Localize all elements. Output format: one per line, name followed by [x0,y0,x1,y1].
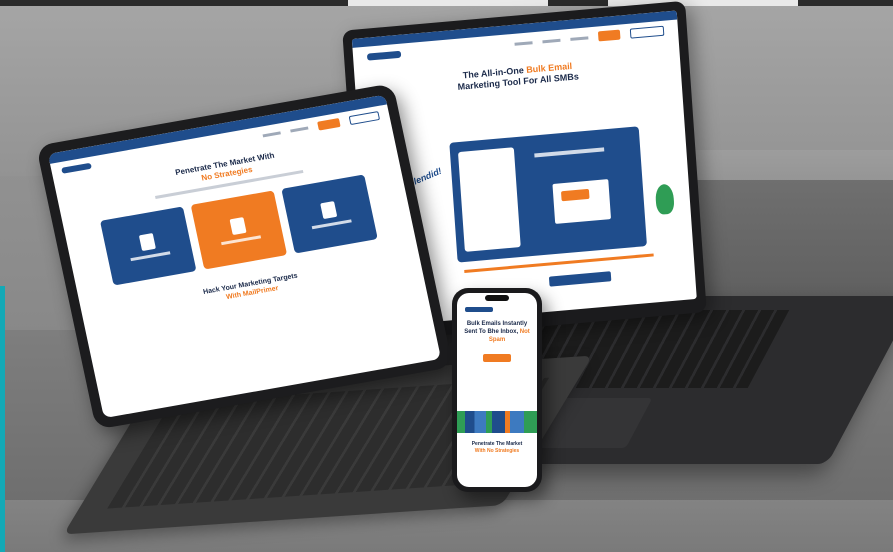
nav-orange-button [597,29,621,42]
hero-illustration [449,126,647,263]
tablet-display: Penetrate The Market With No Strategies [36,83,454,430]
phone-website-screen: Bulk Emails Instantly Sent To Bhe Inbox,… [457,293,537,487]
phone-section-title-accent: With No Strategies [474,448,520,454]
site-logo [465,307,493,312]
feature-card [99,206,197,286]
nav-link [542,38,561,43]
nav-orange-button [317,117,341,131]
phone-cta-button [483,354,511,362]
photo-scene: The All-in-One Bulk Email Marketing Tool… [0,0,893,552]
teal-accent-bar [0,286,5,552]
nav-outline-button [629,25,665,39]
feature-card-label [221,235,262,246]
email-card-mock [552,179,612,224]
nav-link [570,35,589,41]
hero-caption-line [534,147,605,158]
cloud-icon [320,201,338,220]
site-logo [61,162,92,174]
feature-card-label [130,251,171,262]
phone-headline: Bulk Emails Instantly Sent To Bhe Inbox,… [457,320,537,344]
feature-card [190,190,288,270]
nav-link [514,40,533,46]
tree-illustration [654,183,675,216]
feature-card-label [311,219,352,230]
phone-headline-text: Bulk Emails Instantly Sent To Bhe Inbox, [464,321,528,335]
phone-notch [485,295,509,301]
document-icon [138,233,156,252]
nav-outline-button [348,110,380,125]
feature-card [281,174,378,254]
nav-link [262,130,281,137]
hero-cta-button [548,271,612,287]
site-logo [366,50,402,61]
smartphone: Bulk Emails Instantly Sent To Bhe Inbox,… [452,288,542,492]
city-illustration [457,411,537,433]
gear-icon [229,217,247,236]
tablet-website-screen: Penetrate The Market With No Strategies [47,94,442,419]
signup-form-mock [457,147,521,252]
phone-section-title-text: Penetrate The Market [471,441,523,447]
phone-section-title: Penetrate The Market With No Strategies [457,441,537,455]
nav-link [290,125,309,133]
